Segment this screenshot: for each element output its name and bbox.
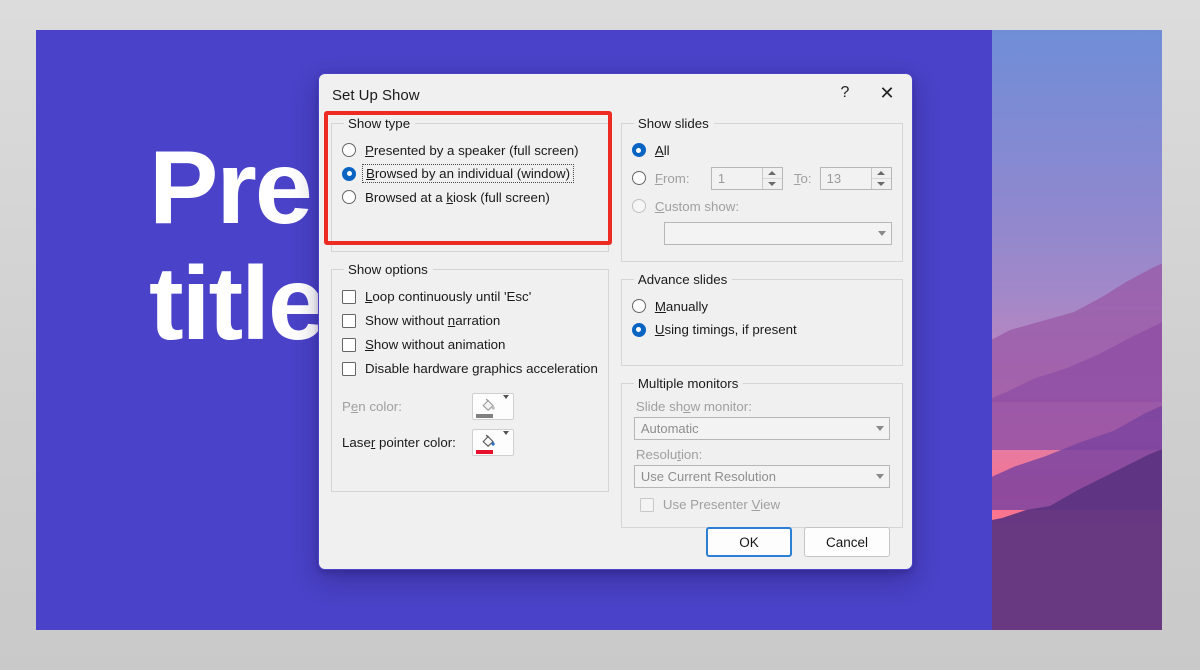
checkbox-show-without-narration-label: Show without narration	[365, 313, 501, 328]
from-spinner[interactable]: 1	[710, 166, 783, 190]
pen-color-button[interactable]	[472, 393, 514, 420]
checkbox-use-presenter-view-box[interactable]	[639, 497, 654, 512]
from-spinner-arrows[interactable]	[761, 167, 782, 189]
laser-pointer-color-row: Laser pointer color:	[342, 429, 598, 456]
resolution-chevron-down-icon[interactable]	[871, 474, 889, 479]
show-options-group: Show options Loop continuously until 'Es…	[331, 262, 609, 492]
from-spinner-down-icon[interactable]	[762, 177, 782, 189]
radio-presented-by-speaker-label: Presented by a speaker (full screen)	[365, 142, 579, 158]
radio-browsed-by-individual[interactable]: Browsed by an individual (window)	[342, 163, 598, 184]
radio-advance-using-timings-label: Using timings, if present	[654, 322, 797, 337]
radio-presented-by-speaker[interactable]: Presented by a speaker (full screen)	[342, 140, 598, 161]
radio-browsed-at-kiosk-indicator[interactable]	[342, 190, 356, 204]
checkbox-show-without-animation-box[interactable]	[342, 337, 356, 352]
pen-color-swatch	[476, 414, 493, 418]
radio-advance-using-timings-indicator[interactable]	[631, 322, 646, 337]
advance-slides-legend: Advance slides	[637, 272, 728, 287]
laser-pointer-color-button[interactable]	[472, 429, 514, 456]
resolution-label: Resolution:	[635, 447, 703, 462]
radio-browsed-by-individual-label: Browsed by an individual (window)	[362, 164, 574, 183]
radio-advance-manually[interactable]: Manually	[631, 296, 892, 317]
to-spinner[interactable]: 13	[819, 166, 892, 190]
laser-pointer-color-label: Laser pointer color:	[342, 435, 456, 450]
desktop-wallpaper	[992, 30, 1162, 630]
slide-title-line-1: Pre	[149, 130, 313, 246]
to-spinner-arrows[interactable]	[870, 167, 891, 189]
checkbox-disable-hardware-acceleration[interactable]: Disable hardware graphics acceleration	[342, 358, 598, 379]
checkbox-loop-continuously-label: Loop continuously until 'Esc'	[365, 289, 532, 304]
resolution-combobox[interactable]: Use Current Resolution	[633, 465, 890, 488]
radio-browsed-by-individual-indicator[interactable]	[342, 166, 356, 181]
dialog-title: Set Up Show	[332, 86, 420, 104]
laser-pointer-color-chevron-down-icon[interactable]	[503, 431, 509, 450]
dialog-titlebar: Set Up Show ? ✕	[319, 74, 912, 116]
pen-color-chevron-down-icon[interactable]	[503, 395, 509, 414]
set-up-show-dialog: Set Up Show ? ✕ Show type Presented by a…	[318, 73, 913, 570]
radio-browsed-at-kiosk[interactable]: Browsed at a kiosk (full screen)	[342, 187, 598, 208]
custom-show-combobox[interactable]	[663, 221, 892, 245]
screenshot-root: Pre title Set Up Show ? ✕ Show type Pres…	[0, 0, 1200, 670]
from-value[interactable]: 1	[712, 168, 762, 189]
slide-show-monitor-label: Slide show monitor:	[635, 399, 752, 414]
radio-advance-manually-indicator[interactable]	[631, 299, 646, 313]
slide-show-monitor-chevron-down-icon[interactable]	[871, 426, 889, 431]
to-value[interactable]: 13	[821, 168, 871, 189]
custom-show-chevron-down-icon[interactable]	[873, 230, 891, 236]
right-column: Show slides All From: 1 To: 13 Custom sh…	[620, 116, 903, 538]
radio-all-slides-label: All	[654, 142, 670, 158]
advance-slides-group: Advance slides Manually Using timings, i…	[620, 272, 903, 366]
radio-slide-range-indicator[interactable]	[631, 171, 646, 185]
checkbox-loop-continuously[interactable]: Loop continuously until 'Esc'	[342, 286, 598, 307]
checkbox-show-without-narration-box[interactable]	[342, 313, 356, 328]
radio-presented-by-speaker-indicator[interactable]	[342, 143, 356, 157]
slide-show-monitor-combobox[interactable]: Automatic	[633, 417, 890, 440]
radio-advance-manually-label: Manually	[654, 298, 709, 314]
dialog-body: Show type Presented by a speaker (full s…	[319, 116, 912, 538]
titlebar-buttons: ? ✕	[824, 76, 908, 110]
show-type-legend: Show type	[348, 116, 411, 131]
radio-custom-show[interactable]: Custom show:	[631, 196, 892, 217]
radio-all-slides[interactable]: All	[631, 140, 892, 161]
checkbox-disable-hardware-acceleration-box[interactable]	[342, 361, 356, 376]
show-slides-legend: Show slides	[637, 116, 709, 131]
from-spinner-up-icon[interactable]	[762, 167, 782, 178]
checkbox-use-presenter-view-label: Use Presenter View	[662, 497, 781, 512]
to-spinner-up-icon[interactable]	[871, 167, 891, 178]
slide-range-row: From: 1 To: 13	[631, 166, 892, 190]
help-icon[interactable]: ?	[824, 76, 866, 110]
slide-show-monitor-value: Automatic	[640, 421, 699, 436]
ok-button[interactable]: OK	[706, 527, 792, 557]
left-column: Show type Presented by a speaker (full s…	[331, 116, 609, 538]
resolution-value: Use Current Resolution	[640, 469, 776, 484]
checkbox-use-presenter-view[interactable]: Use Presenter View	[639, 494, 892, 515]
dialog-footer: OK Cancel	[319, 527, 912, 557]
checkbox-show-without-animation-label: Show without animation	[365, 337, 506, 352]
pen-color-label: Pen color:	[342, 399, 402, 414]
to-spinner-down-icon[interactable]	[871, 177, 891, 189]
pen-color-row: Pen color:	[342, 393, 598, 420]
radio-all-slides-indicator[interactable]	[631, 143, 646, 157]
multiple-monitors-group: Multiple monitors Slide show monitor: Au…	[620, 376, 903, 528]
cancel-button[interactable]: Cancel	[804, 527, 890, 557]
radio-custom-show-label: Custom show:	[654, 198, 740, 214]
checkbox-loop-continuously-box[interactable]	[342, 289, 356, 304]
to-label: To:	[793, 170, 812, 186]
radio-advance-using-timings[interactable]: Using timings, if present	[631, 319, 892, 340]
from-label: From:	[654, 170, 690, 186]
show-type-group: Show type Presented by a speaker (full s…	[331, 116, 609, 252]
multiple-monitors-legend: Multiple monitors	[637, 376, 739, 391]
checkbox-show-without-narration[interactable]: Show without narration	[342, 310, 598, 331]
show-options-legend: Show options	[348, 262, 428, 277]
radio-custom-show-indicator[interactable]	[631, 199, 646, 213]
checkbox-show-without-animation[interactable]: Show without animation	[342, 334, 598, 355]
radio-browsed-at-kiosk-label: Browsed at a kiosk (full screen)	[365, 189, 550, 205]
close-icon[interactable]: ✕	[866, 76, 908, 110]
laser-pointer-color-swatch	[476, 450, 493, 454]
show-slides-group: Show slides All From: 1 To: 13 Custom sh…	[620, 116, 903, 262]
checkbox-disable-hardware-acceleration-label: Disable hardware graphics acceleration	[365, 361, 598, 376]
